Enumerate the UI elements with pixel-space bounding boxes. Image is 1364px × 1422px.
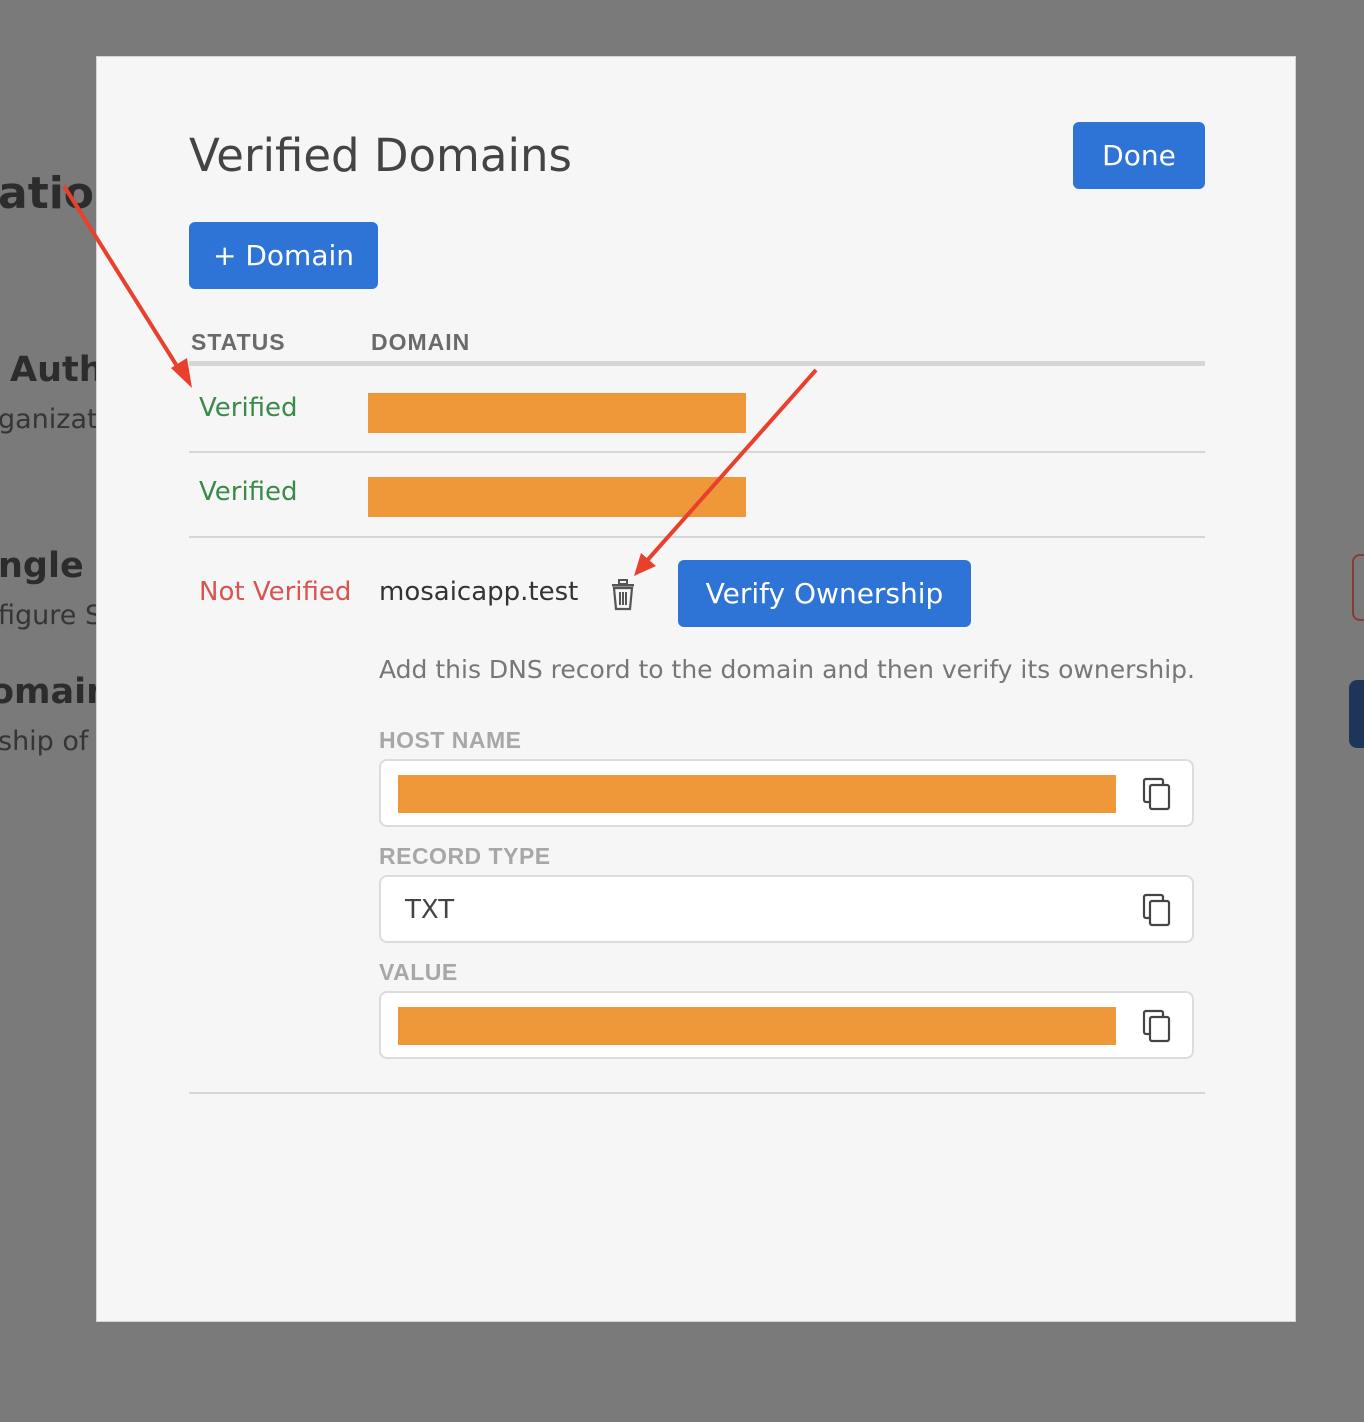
- record-type-field[interactable]: TXT: [379, 875, 1194, 943]
- done-button[interactable]: Done: [1073, 122, 1205, 189]
- host-name-label: HOST NAME: [379, 727, 522, 753]
- verified-domains-modal: Verified Domains Done + Domain STATUS DO…: [96, 56, 1296, 1322]
- background-section-title: omain: [0, 672, 112, 712]
- modal-title: Verified Domains: [189, 129, 572, 182]
- table-header-divider: [189, 361, 1205, 366]
- status-verified: Verified: [199, 477, 298, 507]
- copy-icon[interactable]: [1142, 777, 1172, 811]
- record-type-value: TXT: [405, 895, 455, 925]
- redacted-domain: [368, 477, 746, 517]
- status-verified: Verified: [199, 393, 298, 423]
- value-field[interactable]: [379, 991, 1194, 1059]
- redacted-value: [398, 1007, 1116, 1045]
- row-divider: [189, 451, 1205, 453]
- verify-ownership-button[interactable]: Verify Ownership: [678, 560, 971, 627]
- row-divider: [189, 1092, 1205, 1094]
- redacted-host-name: [398, 775, 1116, 813]
- host-name-field[interactable]: [379, 759, 1194, 827]
- value-label: VALUE: [379, 959, 458, 985]
- row-divider: [189, 536, 1205, 538]
- domain-name: mosaicapp.test: [379, 577, 579, 607]
- copy-icon[interactable]: [1142, 1009, 1172, 1043]
- redacted-domain: [368, 393, 746, 433]
- dns-help-text: Add this DNS record to the domain and th…: [379, 655, 1195, 684]
- background-outline-button: [1352, 554, 1364, 621]
- copy-icon[interactable]: [1142, 893, 1172, 927]
- column-header-domain: DOMAIN: [371, 329, 471, 355]
- column-header-status: STATUS: [191, 329, 286, 355]
- status-not-verified: Not Verified: [199, 577, 352, 607]
- background-solid-button: [1349, 680, 1364, 748]
- trash-icon[interactable]: [609, 579, 637, 611]
- record-type-label: RECORD TYPE: [379, 843, 551, 869]
- add-domain-button[interactable]: + Domain: [189, 222, 378, 289]
